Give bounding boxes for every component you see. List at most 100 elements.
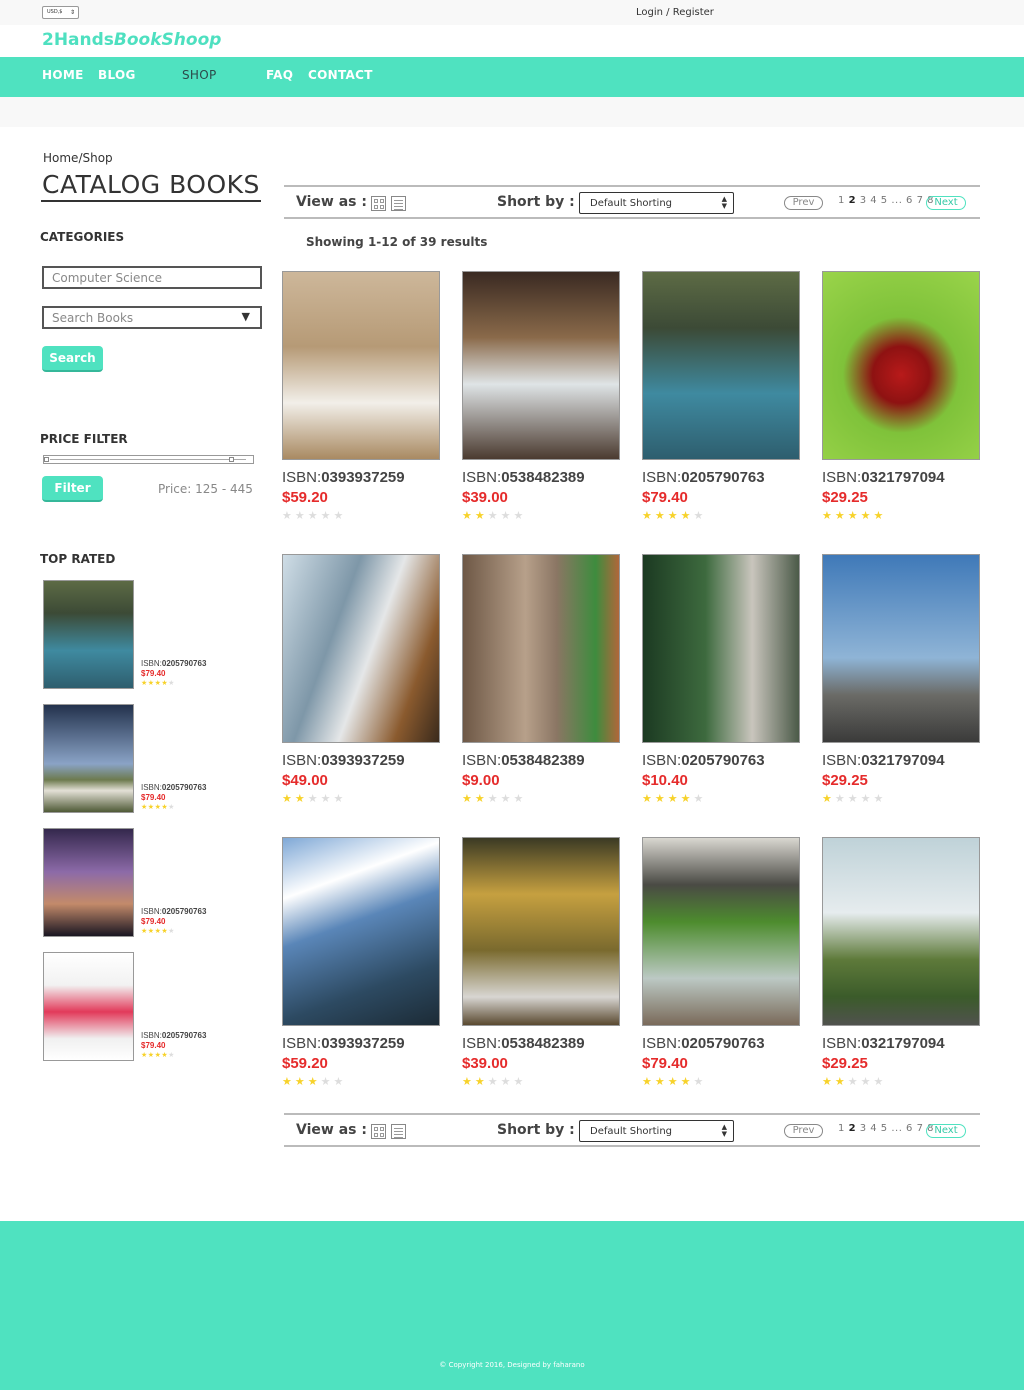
filter-button[interactable]: Filter xyxy=(42,476,103,502)
list-view-icon[interactable] xyxy=(391,196,406,211)
star-icon: ★ xyxy=(860,792,874,805)
product-card[interactable]: ISBN:0538482389 $9.00 ★★★★★ xyxy=(462,554,620,806)
star-icon: ★ xyxy=(513,509,527,522)
product-image[interactable] xyxy=(282,554,440,743)
nav-blog[interactable]: BLOG xyxy=(98,68,136,82)
category-input[interactable]: Computer Science xyxy=(42,266,262,289)
star-icon: ★ xyxy=(680,509,694,522)
product-isbn[interactable]: ISBN:0538482389 xyxy=(462,1035,585,1052)
product-card[interactable]: ISBN:0205790763 $79.40 ★★★★★ xyxy=(642,271,800,522)
product-isbn[interactable]: ISBN:0205790763 xyxy=(642,1035,765,1052)
product-card[interactable]: ISBN:0205790763 $10.40 ★★★★★ xyxy=(642,554,800,805)
star-icon: ★ xyxy=(168,680,175,687)
star-icon: ★ xyxy=(320,509,334,522)
rating-stars: ★★★★★ xyxy=(141,679,206,689)
top-rated-image[interactable] xyxy=(43,828,134,937)
product-image[interactable] xyxy=(462,271,620,460)
star-icon: ★ xyxy=(320,792,334,805)
rating-stars: ★★★★★ xyxy=(822,509,886,523)
product-image[interactable] xyxy=(642,271,800,460)
product-image[interactable] xyxy=(822,554,980,743)
product-card[interactable]: ISBN:0321797094 $29.25 ★★★★★ xyxy=(822,837,980,1088)
top-bar: USD,$ ⇕ Login / Register xyxy=(0,0,1024,25)
top-rated-image[interactable] xyxy=(43,952,134,1061)
next-page-button[interactable]: Next xyxy=(926,1124,966,1138)
product-price: $29.25 xyxy=(822,489,868,506)
product-isbn[interactable]: ISBN:0538482389 xyxy=(462,752,585,769)
currency-select[interactable]: USD,$ ⇕ xyxy=(42,6,79,19)
product-card[interactable]: ISBN:0538482389 $39.00 ★★★★★ xyxy=(462,837,620,1089)
product-isbn[interactable]: ISBN:0205790763 xyxy=(642,469,765,486)
header-band xyxy=(0,97,1024,127)
search-button[interactable]: Search xyxy=(42,346,103,372)
rating-stars: ★★★★★ xyxy=(282,792,346,806)
sort-select[interactable]: Default Shorting ▲ ▼ xyxy=(579,192,734,214)
product-card[interactable]: ISBN:0538482389 $39.00 ★★★★★ xyxy=(462,271,620,522)
star-icon: ★ xyxy=(500,792,514,805)
price-range-slider[interactable] xyxy=(43,455,254,464)
top-rated-image[interactable] xyxy=(43,704,134,813)
site-logo[interactable]: 2HandsBookShoop xyxy=(42,30,221,50)
top-rated-image[interactable] xyxy=(43,580,134,689)
product-image[interactable] xyxy=(462,554,620,743)
product-isbn[interactable]: ISBN:0393937259 xyxy=(282,469,405,486)
product-image[interactable] xyxy=(282,837,440,1026)
list-view-icon[interactable] xyxy=(391,1124,406,1139)
product-card[interactable]: ISBN:0321797094 $29.25 ★★★★★ xyxy=(822,271,980,523)
top-rated-item[interactable]: ISBN:0205790763 $79.40 ★★★★★ xyxy=(43,580,223,690)
rating-stars: ★★★★★ xyxy=(462,792,526,806)
top-rated-isbn: ISBN:0205790763 xyxy=(141,783,207,792)
product-isbn[interactable]: ISBN:0321797094 xyxy=(822,752,945,769)
top-rated-item[interactable]: ISBN:0205790763 $79.40 ★★★★★ xyxy=(43,704,223,814)
product-image[interactable] xyxy=(822,837,980,1026)
rating-stars: ★★★★★ xyxy=(462,1075,526,1089)
product-isbn[interactable]: ISBN:0393937259 xyxy=(282,752,405,769)
top-rated-price: $79.40 xyxy=(141,1041,166,1050)
product-image[interactable] xyxy=(822,271,980,460)
product-card[interactable]: ISBN:0393937259 $49.00 ★★★★★ xyxy=(282,554,440,806)
search-books-select[interactable]: Search Books ▼ xyxy=(42,306,262,329)
star-icon: ★ xyxy=(462,1075,475,1088)
star-icon: ★ xyxy=(873,1075,887,1088)
breadcrumb[interactable]: Home/Shop xyxy=(43,151,113,165)
slider-max-handle[interactable] xyxy=(229,457,234,462)
search-books-placeholder: Search Books xyxy=(52,311,134,325)
product-image[interactable] xyxy=(642,554,800,743)
star-icon: ★ xyxy=(847,792,861,805)
nav-home[interactable]: HOME xyxy=(42,68,84,82)
product-isbn[interactable]: ISBN:0393937259 xyxy=(282,1035,405,1052)
product-card[interactable]: ISBN:0321797094 $29.25 ★★★★★ xyxy=(822,554,980,805)
product-card[interactable]: ISBN:0393937259 $59.20 ★★★★★ xyxy=(282,271,440,522)
nav-contact[interactable]: CONTACT xyxy=(308,68,373,82)
next-page-button[interactable]: Next xyxy=(926,196,966,210)
product-isbn[interactable]: ISBN:0321797094 xyxy=(822,469,945,486)
star-icon: ★ xyxy=(667,792,681,805)
product-isbn[interactable]: ISBN:0205790763 xyxy=(642,752,765,769)
prev-page-button[interactable]: Prev xyxy=(784,196,823,210)
product-isbn[interactable]: ISBN:0321797094 xyxy=(822,1035,945,1052)
prev-page-button[interactable]: Prev xyxy=(784,1124,823,1138)
nav-faq[interactable]: FAQ xyxy=(266,68,293,82)
product-price: $79.40 xyxy=(642,1055,688,1072)
product-card[interactable]: ISBN:0205790763 $79.40 ★★★★★ xyxy=(642,837,800,1089)
grid-view-icon[interactable] xyxy=(371,196,386,211)
product-isbn[interactable]: ISBN:0538482389 xyxy=(462,469,585,486)
product-image[interactable] xyxy=(642,837,800,1026)
login-register-link[interactable]: Login / Register xyxy=(636,7,714,18)
product-price: $79.40 xyxy=(642,489,688,506)
product-image[interactable] xyxy=(282,271,440,460)
star-icon: ★ xyxy=(141,1052,148,1059)
top-rated-item[interactable]: ISBN:0205790763 $79.40 ★★★★★ xyxy=(43,952,223,1062)
product-image[interactable] xyxy=(462,837,620,1026)
slider-min-handle[interactable] xyxy=(44,457,49,462)
rating-stars: ★★★★★ xyxy=(141,803,206,813)
sort-select[interactable]: Default Shorting ▲ ▼ xyxy=(579,1120,734,1142)
page-numbers[interactable]: 1 2 3 4 5 ... 6 7 8 xyxy=(838,195,934,206)
page-numbers[interactable]: 1 2 3 4 5 ... 6 7 8 xyxy=(838,1123,934,1134)
star-icon: ★ xyxy=(834,1075,848,1088)
nav-shop[interactable]: SHOP xyxy=(182,68,217,82)
product-card[interactable]: ISBN:0393937259 $59.20 ★★★★★ xyxy=(282,837,440,1088)
rating-stars: ★★★★★ xyxy=(642,1075,706,1089)
top-rated-item[interactable]: ISBN:0205790763 $79.40 ★★★★★ xyxy=(43,828,223,938)
grid-view-icon[interactable] xyxy=(371,1124,386,1139)
